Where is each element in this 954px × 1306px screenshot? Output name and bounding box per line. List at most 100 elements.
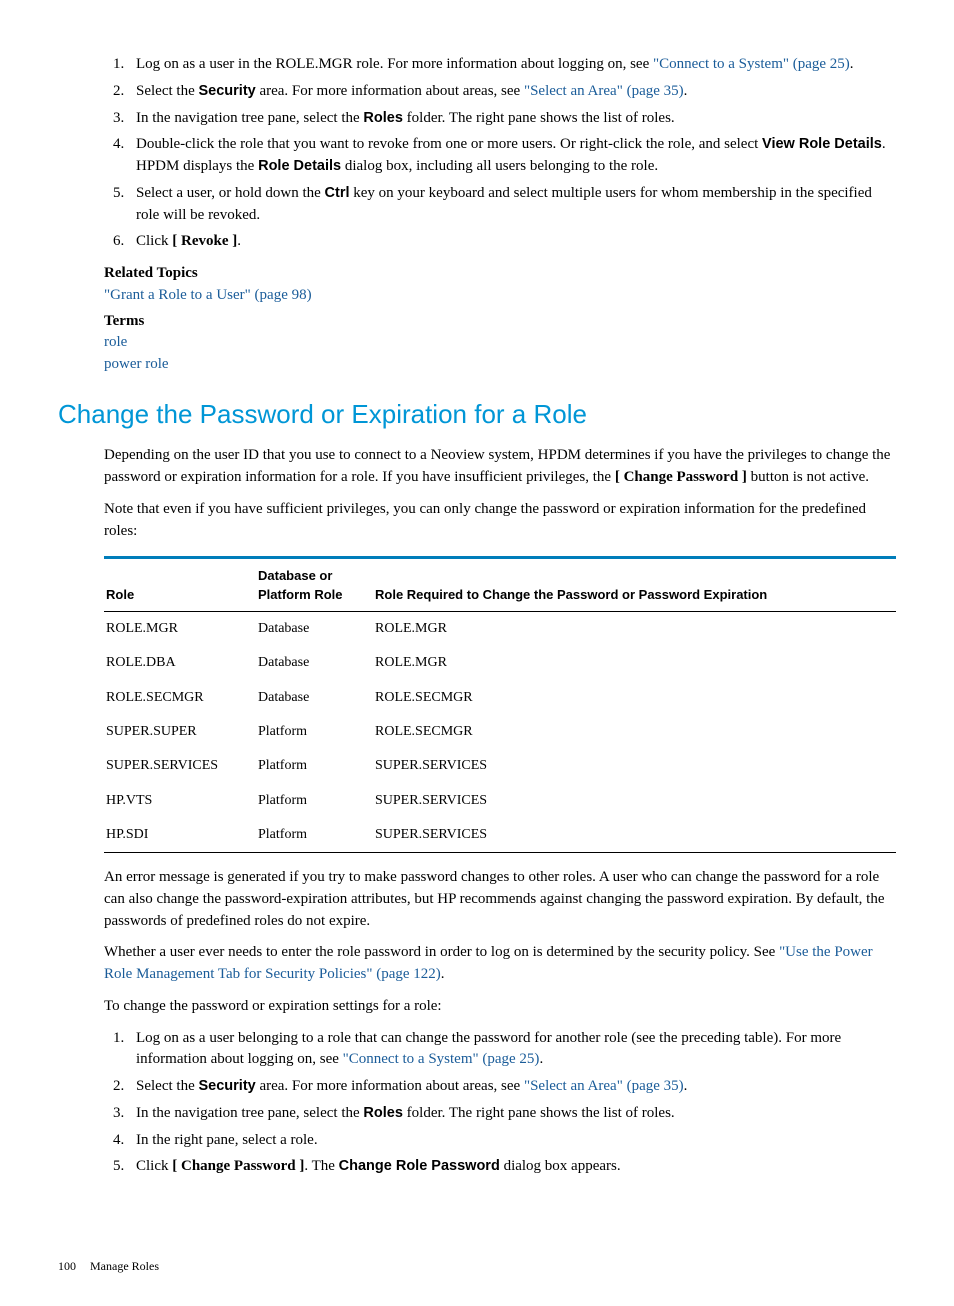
- step-2-c: area. For more information about areas, …: [256, 83, 524, 99]
- th-db-platform: Database or Platform Role: [256, 558, 373, 612]
- cell-req: ROLE.SECMGR: [373, 715, 896, 749]
- cell-req: SUPER.SERVICES: [373, 818, 896, 853]
- table-row: SUPER.SERVICES Platform SUPER.SERVICES: [104, 749, 896, 783]
- cell-type: Database: [256, 681, 373, 715]
- section-p1-c: button is not active.: [747, 469, 869, 485]
- step2-5: Click [ Change Password ]. The Change Ro…: [128, 1156, 896, 1178]
- table-row: SUPER.SUPER Platform ROLE.SECMGR: [104, 715, 896, 749]
- change-password-button-label: [ Change Password ]: [615, 469, 747, 485]
- section-title: Change the Password or Expiration for a …: [58, 396, 896, 434]
- link-grant-role[interactable]: "Grant a Role to a User" (page 98): [104, 285, 896, 307]
- step-5-a: Select a user, or hold down the: [136, 185, 325, 201]
- step2-1: Log on as a user belonging to a role tha…: [128, 1028, 896, 1072]
- footer-page-number: 100: [58, 1258, 76, 1275]
- cell-role: ROLE.MGR: [104, 612, 256, 647]
- step2-2-c: area. For more information about areas, …: [256, 1078, 524, 1094]
- th-role-required: Role Required to Change the Password or …: [373, 558, 896, 612]
- footer-section-title: Manage Roles: [90, 1259, 159, 1273]
- cell-req: SUPER.SERVICES: [373, 784, 896, 818]
- steps-list-revoke: Log on as a user in the ROLE.MGR role. F…: [58, 54, 896, 253]
- roles-folder-label: Roles: [363, 110, 403, 126]
- section-p1: Depending on the user ID that you use to…: [104, 445, 896, 489]
- cell-type: Platform: [256, 784, 373, 818]
- table-row: ROLE.SECMGR Database ROLE.SECMGR: [104, 681, 896, 715]
- th-db-platform-line1: Database or: [258, 568, 332, 583]
- after-table-p2-c: .: [441, 966, 445, 982]
- step-3-c: folder. The right pane shows the list of…: [403, 110, 675, 126]
- roles-folder-label-2: Roles: [363, 1105, 403, 1121]
- term-power-role[interactable]: power role: [104, 354, 896, 376]
- table-row: ROLE.MGR Database ROLE.MGR: [104, 612, 896, 647]
- step-2-e: .: [684, 83, 688, 99]
- cell-type: Platform: [256, 818, 373, 853]
- step2-5-c: . The: [304, 1158, 338, 1174]
- step-5: Select a user, or hold down the Ctrl key…: [128, 183, 896, 227]
- cell-role: ROLE.SECMGR: [104, 681, 256, 715]
- cell-type: Database: [256, 646, 373, 680]
- cell-type: Platform: [256, 749, 373, 783]
- cell-req: SUPER.SERVICES: [373, 749, 896, 783]
- step2-2: Select the Security area. For more infor…: [128, 1076, 896, 1098]
- link-connect-system-2[interactable]: "Connect to a System" (page 25): [343, 1051, 540, 1067]
- cell-role: ROLE.DBA: [104, 646, 256, 680]
- view-role-details-label: View Role Details: [762, 136, 882, 152]
- th-db-platform-line2: Platform Role: [258, 587, 343, 602]
- after-table-p1: An error message is generated if you try…: [104, 867, 896, 932]
- step2-3-a: In the navigation tree pane, select the: [136, 1105, 363, 1121]
- after-table-p2-a: Whether a user ever needs to enter the r…: [104, 944, 779, 960]
- table-row: HP.VTS Platform SUPER.SERVICES: [104, 784, 896, 818]
- roles-table: Role Database or Platform Role Role Requ…: [104, 556, 896, 853]
- after-table-p3: To change the password or expiration set…: [104, 996, 896, 1018]
- change-role-password-label: Change Role Password: [339, 1158, 500, 1174]
- cell-role: HP.SDI: [104, 818, 256, 853]
- cell-type: Database: [256, 612, 373, 647]
- section-p2: Note that even if you have sufficient pr…: [104, 499, 896, 543]
- step-2: Select the Security area. For more infor…: [128, 81, 896, 103]
- step-1-text: Log on as a user in the ROLE.MGR role. F…: [136, 56, 653, 72]
- step-2-a: Select the: [136, 83, 198, 99]
- cell-type: Platform: [256, 715, 373, 749]
- step2-5-a: Click: [136, 1158, 172, 1174]
- step2-2-e: .: [684, 1078, 688, 1094]
- step2-5-e: dialog box appears.: [500, 1158, 621, 1174]
- terms-heading: Terms: [104, 311, 896, 333]
- security-area-label-2: Security: [198, 1078, 255, 1094]
- after-table-p2: Whether a user ever needs to enter the r…: [104, 942, 896, 986]
- section-body: Depending on the user ID that you use to…: [104, 445, 896, 1017]
- step2-4: In the right pane, select a role.: [128, 1130, 896, 1152]
- role-details-label: Role Details: [258, 158, 341, 174]
- link-connect-system[interactable]: "Connect to a System" (page 25): [653, 56, 850, 72]
- step-4-a: Double-click the role that you want to r…: [136, 136, 762, 152]
- cell-req: ROLE.MGR: [373, 612, 896, 647]
- link-select-area[interactable]: "Select an Area" (page 35): [524, 83, 684, 99]
- cell-req: ROLE.SECMGR: [373, 681, 896, 715]
- change-password-button-label-2: [ Change Password ]: [172, 1158, 304, 1174]
- step-6-a: Click: [136, 233, 172, 249]
- step-1-end: .: [850, 56, 854, 72]
- term-role[interactable]: role: [104, 332, 896, 354]
- step-4: Double-click the role that you want to r…: [128, 134, 896, 178]
- table-row: ROLE.DBA Database ROLE.MGR: [104, 646, 896, 680]
- step-6-c: .: [237, 233, 241, 249]
- related-topics-block: Related Topics "Grant a Role to a User" …: [104, 263, 896, 376]
- related-topics-heading: Related Topics: [104, 263, 896, 285]
- page-footer: 100 Manage Roles: [58, 1258, 896, 1275]
- step-3-a: In the navigation tree pane, select the: [136, 110, 363, 126]
- cell-req: ROLE.MGR: [373, 646, 896, 680]
- step2-2-a: Select the: [136, 1078, 198, 1094]
- ctrl-key-label: Ctrl: [325, 185, 350, 201]
- step-4-e: dialog box, including all users belongin…: [341, 158, 658, 174]
- step2-1-c: .: [539, 1051, 543, 1067]
- step2-3-c: folder. The right pane shows the list of…: [403, 1105, 675, 1121]
- link-select-area-2[interactable]: "Select an Area" (page 35): [524, 1078, 684, 1094]
- revoke-button-label: [ Revoke ]: [172, 233, 237, 249]
- cell-role: SUPER.SERVICES: [104, 749, 256, 783]
- cell-role: HP.VTS: [104, 784, 256, 818]
- step-1: Log on as a user in the ROLE.MGR role. F…: [128, 54, 896, 76]
- step-3: In the navigation tree pane, select the …: [128, 108, 896, 130]
- table-row: HP.SDI Platform SUPER.SERVICES: [104, 818, 896, 853]
- th-role: Role: [104, 558, 256, 612]
- step-6: Click [ Revoke ].: [128, 231, 896, 253]
- steps-list-change-password: Log on as a user belonging to a role tha…: [58, 1028, 896, 1179]
- step2-3: In the navigation tree pane, select the …: [128, 1103, 896, 1125]
